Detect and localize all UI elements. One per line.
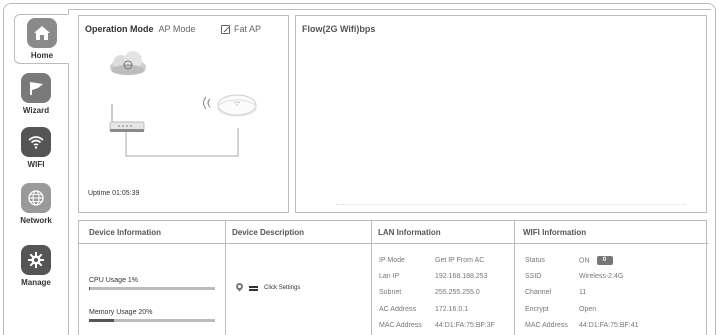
section-title: LAN Information [378, 228, 441, 237]
cpu-usage-label: CPU Usage 1% [89, 277, 139, 284]
memory-usage-bar [89, 319, 215, 322]
device-description-section: Device Description Click Settings [226, 221, 372, 335]
wifi-icon [21, 127, 51, 157]
flow-chart-axis [336, 204, 686, 205]
lan-value: 172.16.0.1 [435, 306, 469, 313]
access-point-icon [203, 94, 257, 117]
wifi-value: Wireless-2.4G [579, 273, 624, 280]
section-title: WIFI Information [523, 228, 587, 237]
operation-mode-header: Operation Mode AP Mode [85, 24, 195, 34]
flow-chart-panel: Flow(2G Wifi)bps [295, 15, 707, 213]
cpu-usage-bar [89, 287, 215, 290]
section-title: Device Description [232, 228, 305, 237]
topology-diagram [109, 51, 257, 157]
cpu-usage-fill [89, 287, 91, 290]
cloud-icon [110, 51, 146, 75]
lan-key: AC Address [379, 306, 416, 313]
memory-usage-fill [89, 319, 115, 322]
section-title: Device Information [89, 228, 162, 237]
menu-lines-icon [249, 285, 258, 291]
globe-icon [21, 183, 51, 213]
wifi-information-section: WIFI Information Status ON 0 SSID Wireles… [515, 221, 708, 335]
uptime-text: Uptime 01:05:39 [88, 190, 140, 197]
memory-usage-label: Memory Usage 20% [89, 309, 153, 316]
section-divider [515, 243, 708, 244]
sidebar-item-label: Wizard [22, 106, 50, 115]
edit-icon [221, 24, 230, 34]
flow-chart-title: Flow(2G Wifi)bps [302, 24, 376, 34]
sidebar-item-label: Network [20, 216, 52, 225]
click-settings-label: Click Settings [264, 285, 301, 291]
fat-ap-link[interactable]: Fat AP [221, 24, 261, 34]
info-panel: Device Information CPU Usage 1% Memory U… [78, 220, 708, 335]
wifi-key: Encrypt [525, 306, 549, 313]
click-settings-link[interactable]: Click Settings [236, 283, 300, 293]
sidebar-item-label: Home [30, 51, 54, 60]
fat-ap-label: Fat AP [234, 24, 262, 34]
lan-value: Get IP From AC [435, 257, 485, 264]
lan-key: Lan IP [379, 273, 400, 280]
lan-value: 255.255.255.0 [435, 289, 480, 296]
home-icon [27, 18, 57, 48]
wifi-key: MAC Address [525, 322, 568, 329]
sidebar-item-label: Manage [21, 278, 51, 287]
router-icon [109, 104, 145, 132]
sidebar-item-home[interactable]: Home [14, 14, 69, 64]
lan-key: Subnet [379, 289, 402, 296]
sidebar-item-network[interactable]: Network [4, 180, 68, 230]
lan-value: 44:D1:FA:75:BF:3F [435, 322, 495, 329]
sidebar-item-wizard[interactable]: Wizard [4, 70, 68, 120]
sidebar-item-label: WIFI [27, 160, 45, 169]
section-divider [226, 243, 371, 244]
sidebar-item-wifi[interactable]: WIFI [4, 124, 68, 174]
section-divider [79, 243, 225, 244]
wifi-value: 11 [579, 289, 587, 296]
lan-key: IP Mode [379, 257, 405, 264]
operation-mode-value: AP Mode [158, 24, 196, 34]
wifi-key: SSID [525, 273, 542, 280]
location-pin-icon [236, 283, 243, 293]
sidebar-item-manage[interactable]: Manage [4, 242, 68, 292]
lan-key: MAC Address [379, 322, 422, 329]
operation-mode-panel: Operation Mode AP Mode Fat AP Uptime 01:… [78, 15, 289, 213]
wifi-key: Status [525, 257, 545, 264]
operation-mode-title: Operation Mode [85, 24, 154, 34]
lan-value: 192.168.188.253 [435, 273, 488, 280]
wifi-status-value: ON 0 [579, 256, 613, 265]
wifi-key: Channel [525, 289, 552, 296]
gear-icon [21, 245, 51, 275]
lan-information-section: LAN Information IP Mode Get IP From AC L… [372, 221, 515, 335]
wifi-value: Open [579, 306, 597, 313]
wifi-status-text: ON [579, 257, 590, 265]
sidebar: Home Wizard WIFI Network Manage [0, 10, 69, 335]
flag-icon [21, 73, 51, 103]
wifi-value: 44:D1:FA:75:BF:41 [579, 322, 639, 329]
section-divider [372, 243, 514, 244]
device-information-section: Device Information CPU Usage 1% Memory U… [79, 221, 226, 335]
wifi-status-toggle[interactable]: 0 [596, 256, 613, 265]
